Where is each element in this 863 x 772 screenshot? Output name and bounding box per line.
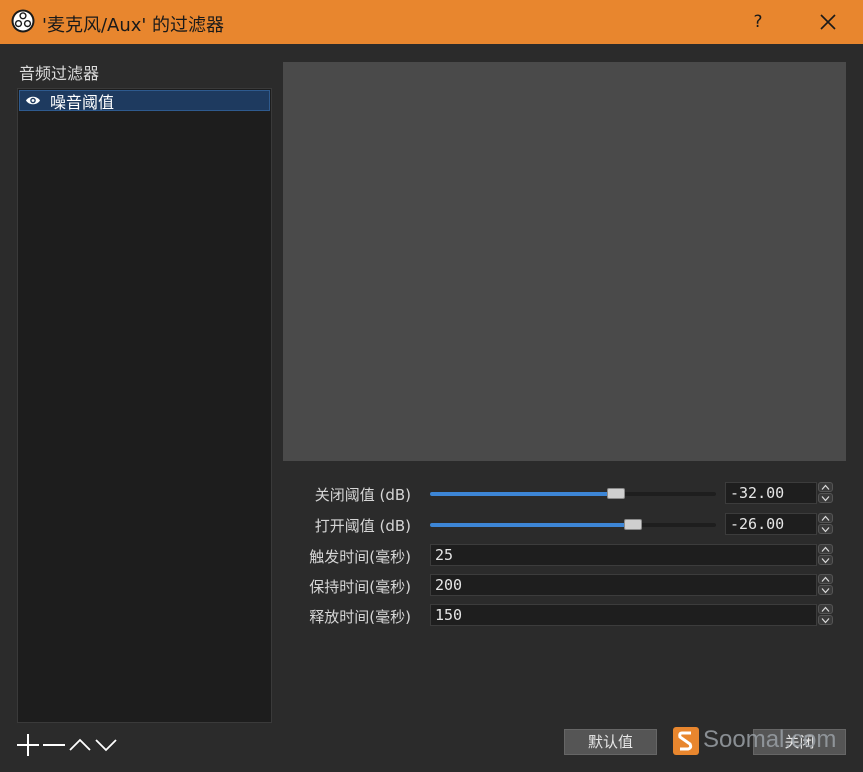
open-threshold-label: 打开阈值 (dB)	[314, 517, 411, 535]
filter-item-noise-gate[interactable]: 噪音阈值	[19, 90, 270, 112]
remove-icon[interactable]	[41, 731, 67, 759]
open-threshold-spinbox[interactable]: -26.00	[725, 513, 833, 535]
defaults-button[interactable]: 默认值	[564, 729, 657, 755]
open-threshold-slider[interactable]	[430, 513, 719, 537]
hold-time-value: 200	[435, 576, 463, 594]
spin-arrows	[818, 544, 833, 566]
chevron-down-icon	[821, 496, 830, 502]
spin-down-button[interactable]	[818, 585, 833, 595]
eye-icon[interactable]	[25, 94, 41, 107]
spin-up-button[interactable]	[818, 604, 833, 614]
help-button[interactable]: ?	[740, 0, 776, 44]
audio-filters-label: 音频过滤器	[19, 64, 100, 83]
close-window-button[interactable]	[808, 0, 848, 44]
hold-time-spinbox[interactable]: 200	[430, 574, 833, 596]
preview-area	[283, 62, 846, 461]
move-down-icon[interactable]	[93, 731, 119, 759]
title-bar[interactable]: '麦克风/Aux' 的过滤器 ?	[0, 0, 863, 44]
open-threshold-row: 打开阈值 (dB) -26.00	[283, 513, 846, 537]
spin-down-button[interactable]	[818, 555, 833, 565]
slider-fill	[430, 523, 633, 527]
close-threshold-label: 关闭阈值 (dB)	[314, 486, 411, 504]
hold-time-row: 保持时间(毫秒) 200	[283, 574, 846, 598]
filter-list[interactable]: 噪音阈值	[17, 88, 272, 723]
chevron-up-icon	[821, 515, 830, 521]
spin-down-button[interactable]	[818, 493, 833, 503]
hold-time-label: 保持时间(毫秒)	[309, 578, 411, 596]
open-threshold-value: -26.00	[730, 515, 785, 533]
watermark: Soomal.com	[673, 726, 848, 756]
spin-up-button[interactable]	[818, 544, 833, 554]
obs-logo-icon	[11, 9, 35, 33]
close-threshold-row: 关闭阈值 (dB) -32.00	[283, 482, 846, 506]
spin-arrows	[818, 574, 833, 596]
release-time-row: 释放时间(毫秒) 150	[283, 604, 846, 628]
filter-item-label: 噪音阈值	[50, 93, 115, 112]
close-threshold-slider[interactable]	[430, 482, 719, 506]
filter-toolbar	[15, 731, 125, 759]
release-time-label: 释放时间(毫秒)	[309, 608, 411, 626]
attack-time-label: 触发时间(毫秒)	[309, 548, 411, 566]
spin-arrows	[818, 482, 833, 504]
chevron-up-icon	[821, 606, 830, 612]
slider-handle[interactable]	[624, 519, 642, 530]
chevron-down-icon	[821, 527, 830, 533]
slider-fill	[430, 492, 616, 496]
slider-handle[interactable]	[607, 488, 625, 499]
release-time-spinbox[interactable]: 150	[430, 604, 833, 626]
close-icon	[820, 14, 836, 30]
watermark-text: Soomal.com	[703, 726, 837, 753]
chevron-down-icon	[821, 588, 830, 594]
window-title: '麦克风/Aux' 的过滤器	[42, 15, 225, 36]
chevron-up-icon	[821, 484, 830, 490]
chevron-up-icon	[821, 576, 830, 582]
attack-time-row: 触发时间(毫秒) 25	[283, 544, 846, 568]
spin-down-button[interactable]	[818, 524, 833, 534]
close-threshold-value: -32.00	[730, 484, 785, 502]
chevron-up-icon	[821, 546, 830, 552]
move-up-icon[interactable]	[67, 731, 93, 759]
spin-arrows	[818, 604, 833, 626]
close-threshold-spinbox[interactable]: -32.00	[725, 482, 833, 504]
spin-up-button[interactable]	[818, 513, 833, 523]
chevron-down-icon	[821, 618, 830, 624]
attack-time-value: 25	[435, 546, 454, 564]
chevron-down-icon	[821, 558, 830, 564]
spin-arrows	[818, 513, 833, 535]
spin-down-button[interactable]	[818, 615, 833, 625]
spin-up-button[interactable]	[818, 482, 833, 492]
attack-time-spinbox[interactable]: 25	[430, 544, 833, 566]
spin-up-button[interactable]	[818, 574, 833, 584]
soomal-logo-icon	[673, 727, 699, 755]
release-time-value: 150	[435, 606, 463, 624]
add-icon[interactable]	[15, 731, 41, 759]
